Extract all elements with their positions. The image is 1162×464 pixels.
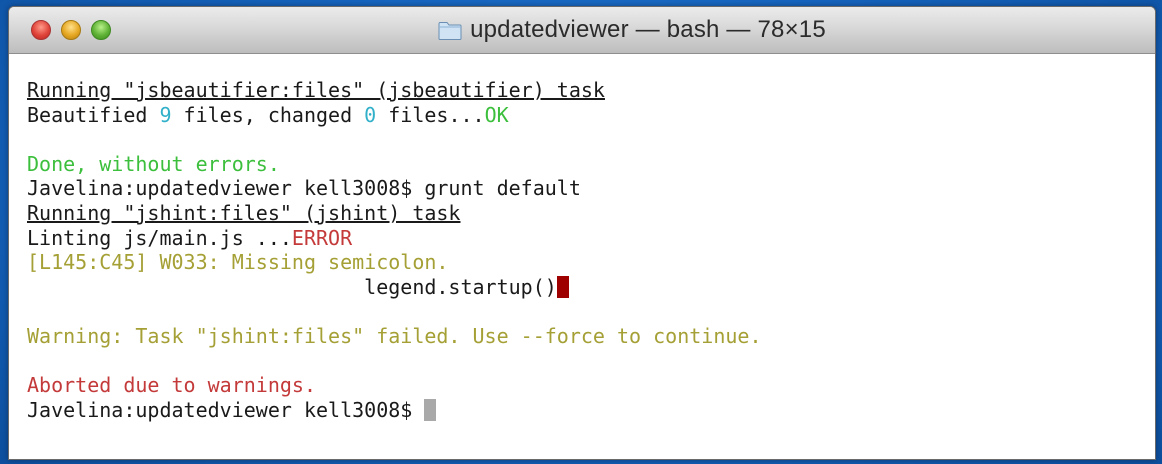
output-line: [L145:C45] W033: Missing semicolon.: [27, 250, 1155, 275]
title-container: updatedviewer — bash — 78×15: [9, 7, 1155, 53]
folder-icon: [438, 21, 462, 40]
output-line: legend.startup(): [27, 275, 1155, 300]
error-status: ERROR: [291, 225, 353, 250]
output-line: Warning: Task "jshint:files" failed. Use…: [27, 324, 1155, 349]
aborted-message: Aborted due to warnings.: [27, 373, 316, 398]
text-cursor[interactable]: [424, 398, 437, 421]
title-bar[interactable]: updatedviewer — bash — 78×15: [9, 7, 1155, 54]
task-header: Running "jsbeautifier:files" (jsbeautifi…: [27, 78, 605, 102]
output-line: Beautified 9 files, changed 0 files...OK: [27, 103, 1155, 128]
terminal-output[interactable]: Running "jsbeautifier:files" (jsbeautifi…: [9, 54, 1155, 459]
beautified-count: 9: [159, 102, 172, 127]
output-line: Running "jshint:files" (jshint) task: [27, 201, 1155, 226]
code-snippet: legend.startup(): [27, 274, 557, 299]
ok-status: OK: [484, 102, 509, 127]
command-line: Javelina:updatedviewer kell3008$ grunt d…: [27, 176, 1155, 201]
window-title: updatedviewer — bash — 78×15: [470, 16, 826, 43]
warning-message: Warning: Task "jshint:files" failed. Use…: [27, 323, 762, 348]
output-line: Linting js/main.js ...ERROR: [27, 226, 1155, 251]
done-message: Done, without errors.: [27, 151, 280, 176]
output-line: Running "jsbeautifier:files" (jsbeautifi…: [27, 78, 1155, 103]
output-text: Beautified: [27, 102, 160, 127]
output-text: Linting js/main.js ...: [27, 225, 292, 250]
command-line[interactable]: Javelina:updatedviewer kell3008$: [27, 398, 1155, 423]
lint-warning: [L145:C45] W033: Missing semicolon.: [27, 250, 449, 275]
output-line: Done, without errors.: [27, 152, 1155, 177]
prompt-command: Javelina:updatedviewer kell3008$ grunt d…: [27, 176, 581, 201]
error-marker: [556, 275, 569, 298]
changed-count: 0: [364, 102, 377, 127]
output-text: files...: [376, 102, 485, 127]
task-header: Running "jshint:files" (jshint) task: [27, 200, 461, 225]
prompt: Javelina:updatedviewer kell3008$: [27, 397, 425, 422]
terminal-window: updatedviewer — bash — 78×15 Running "js…: [8, 6, 1156, 460]
output-text: files, changed: [171, 102, 365, 127]
output-line: Aborted due to warnings.: [27, 373, 1155, 398]
